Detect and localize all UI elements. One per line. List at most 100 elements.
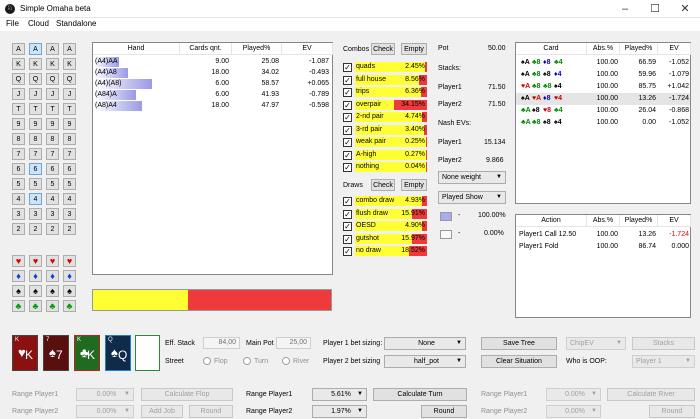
rank-button-t-1[interactable]: T	[12, 103, 25, 115]
rank-button-q-2[interactable]: Q	[29, 73, 42, 85]
combos-checkbox[interactable]: ✓	[343, 138, 352, 147]
eff-stack-input[interactable]: 84,00	[203, 337, 240, 349]
combos-checkbox[interactable]: ✓	[343, 125, 352, 135]
range-p2-river-select[interactable]: 0.00% ▼	[546, 405, 601, 418]
ev-col-header[interactable]: EV	[658, 43, 691, 55]
range-p1-flop-select[interactable]: 0.00% ▼	[76, 388, 134, 401]
calculate-turn-button[interactable]: Calculate Turn	[373, 388, 467, 401]
rank-button-2-2[interactable]: 2	[29, 223, 42, 235]
draws-checkbox[interactable]: ✓	[343, 234, 352, 244]
rank-button-a-3[interactable]: A	[46, 43, 59, 55]
rank-button-8-4[interactable]: 8	[63, 133, 76, 145]
calculate-river-button[interactable]: Calculate River	[607, 388, 695, 401]
board-card[interactable]: K ♥ K	[12, 335, 38, 371]
diamond-icon[interactable]: ♦	[29, 270, 42, 282]
rank-button-k-4[interactable]: K	[63, 58, 76, 70]
draws-checkbox[interactable]: ✓	[343, 209, 352, 219]
spade-icon[interactable]: ♠	[29, 285, 42, 297]
action-col-header[interactable]: Action	[516, 215, 587, 227]
rank-button-2-4[interactable]: 2	[63, 223, 76, 235]
rank-button-8-3[interactable]: 8	[46, 133, 59, 145]
chip-ev-select[interactable]: ChipEV ▼	[566, 337, 626, 350]
rank-button-7-1[interactable]: 7	[12, 148, 25, 160]
rank-button-8-1[interactable]: 8	[12, 133, 25, 145]
round-turn-button[interactable]: Round	[421, 405, 467, 418]
main-pot-input[interactable]: 25,00	[276, 337, 311, 349]
ev-col-header[interactable]: EV	[658, 215, 691, 227]
rank-button-k-2[interactable]: K	[29, 58, 42, 70]
rank-button-t-4[interactable]: T	[63, 103, 76, 115]
minimize-icon[interactable]: –	[610, 0, 640, 18]
heart-icon[interactable]: ♥	[29, 255, 42, 267]
rank-button-6-4[interactable]: 6	[63, 163, 76, 175]
played-col-header[interactable]: Played%	[232, 43, 282, 55]
diamond-icon[interactable]: ♦	[63, 270, 76, 282]
rank-button-q-1[interactable]: Q	[12, 73, 25, 85]
rank-button-a-2[interactable]: A	[29, 43, 42, 55]
combos-checkbox[interactable]: ✓	[343, 75, 352, 85]
clear-situation-button[interactable]: Clear Situation	[481, 355, 557, 368]
range-p2-flop-select[interactable]: 0.00% ▼	[76, 405, 134, 418]
weight-select[interactable]: None weight ▼	[438, 171, 506, 184]
add-job-button[interactable]: Add Job	[141, 405, 183, 418]
river-radio[interactable]	[282, 357, 290, 365]
rank-button-k-1[interactable]: K	[12, 58, 25, 70]
combos-empty-button[interactable]: Empty	[401, 43, 427, 55]
board-card[interactable]: K ♣ K	[74, 335, 100, 371]
combos-checkbox[interactable]: ✓	[343, 100, 352, 110]
rank-button-j-1[interactable]: J	[12, 88, 25, 100]
rank-button-a-4[interactable]: A	[63, 43, 76, 55]
rank-button-j-4[interactable]: J	[63, 88, 76, 100]
oop-select[interactable]: Player 1 ▼	[632, 355, 695, 368]
rank-button-9-2[interactable]: 9	[29, 118, 42, 130]
stacks-button[interactable]: Stacks	[632, 337, 695, 350]
range-p1-turn-select[interactable]: 5.61% ▼	[312, 388, 367, 401]
rank-button-2-1[interactable]: 2	[12, 223, 25, 235]
p1-bet-sizing-select[interactable]: None ▼	[384, 337, 466, 350]
rank-button-j-3[interactable]: J	[46, 88, 59, 100]
rank-button-7-3[interactable]: 7	[46, 148, 59, 160]
rank-button-4-1[interactable]: 4	[12, 193, 25, 205]
rank-button-9-4[interactable]: 9	[63, 118, 76, 130]
maximize-icon[interactable]: ☐	[640, 0, 670, 18]
cards-qnt-col-header[interactable]: Cards qnt.	[180, 43, 232, 55]
draws-checkbox[interactable]: ✓	[343, 222, 352, 231]
draws-checkbox[interactable]: ✓	[343, 247, 352, 256]
round-flop-button[interactable]: Round	[189, 405, 233, 418]
show-select[interactable]: Played Show ▼	[438, 191, 506, 204]
rank-button-5-4[interactable]: 5	[63, 178, 76, 190]
draws-check-button[interactable]: Check	[371, 179, 395, 191]
abs-col-header[interactable]: Abs.%	[587, 215, 620, 227]
hand-col-header[interactable]: Hand	[93, 43, 180, 55]
draws-empty-button[interactable]: Empty	[401, 179, 427, 191]
club-icon[interactable]: ♣	[12, 300, 25, 312]
rank-button-5-2[interactable]: 5	[29, 178, 42, 190]
rank-button-k-3[interactable]: K	[46, 58, 59, 70]
rank-button-2-3[interactable]: 2	[46, 223, 59, 235]
range-p2-turn-select[interactable]: 1.97% ▼	[312, 405, 367, 418]
combos-checkbox[interactable]: ✓	[343, 150, 352, 160]
rank-button-4-4[interactable]: 4	[63, 193, 76, 205]
spade-icon[interactable]: ♠	[12, 285, 25, 297]
played-col-header[interactable]: Played%	[620, 43, 658, 55]
draws-checkbox[interactable]: ✓	[343, 197, 352, 206]
club-icon[interactable]: ♣	[46, 300, 59, 312]
rank-button-5-1[interactable]: 5	[12, 178, 25, 190]
spade-icon[interactable]: ♠	[46, 285, 59, 297]
rank-button-t-2[interactable]: T	[29, 103, 42, 115]
rank-button-3-4[interactable]: 3	[63, 208, 76, 220]
combos-check-button[interactable]: Check	[371, 43, 395, 55]
board-card[interactable]: Q ♠ Q	[105, 335, 131, 371]
diamond-icon[interactable]: ♦	[46, 270, 59, 282]
rank-button-8-2[interactable]: 8	[29, 133, 42, 145]
played-col-header[interactable]: Played%	[620, 215, 658, 227]
ev-col-header[interactable]: EV	[282, 43, 333, 55]
combos-checkbox[interactable]: ✓	[343, 88, 352, 97]
combos-checkbox[interactable]: ✓	[343, 63, 352, 72]
rank-button-a-1[interactable]: A	[12, 43, 25, 55]
rank-button-5-3[interactable]: 5	[46, 178, 59, 190]
rank-button-7-2[interactable]: 7	[29, 148, 42, 160]
heart-icon[interactable]: ♥	[63, 255, 76, 267]
rank-button-3-2[interactable]: 3	[29, 208, 42, 220]
rank-button-t-3[interactable]: T	[46, 103, 59, 115]
